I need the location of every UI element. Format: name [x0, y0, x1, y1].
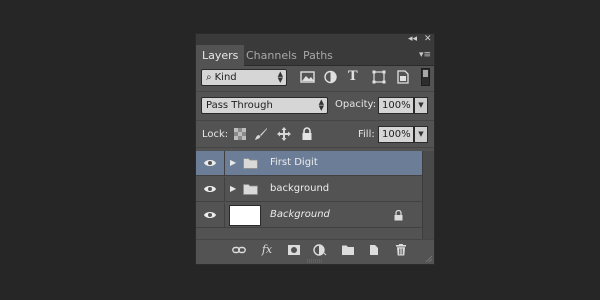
filter-toggle-switch[interactable]: [421, 68, 430, 86]
add-mask-icon[interactable]: [287, 244, 301, 256]
layer-row-first-digit[interactable]: ▶ First Digit: [196, 151, 422, 176]
close-panel-button[interactable]: ✕: [424, 34, 432, 45]
fill-label: Fill:: [358, 129, 375, 140]
filter-kind-select[interactable]: ⌕ Kind ▲ ▼: [201, 69, 287, 86]
panel-resize-grip[interactable]: [306, 259, 324, 263]
layer-list-scrollbar[interactable]: [422, 151, 434, 239]
smart-object-filter-icon[interactable]: [395, 70, 411, 84]
panel-menu-button[interactable]: ▾≡: [419, 50, 431, 60]
link-layers-icon[interactable]: [232, 244, 246, 256]
layer-thumbnail: [229, 205, 261, 226]
delete-layer-trash-icon[interactable]: [394, 244, 408, 256]
opacity-label: Opacity:: [335, 99, 377, 110]
image-filter-icon[interactable]: [300, 70, 316, 84]
layers-panel: ◂◂ ✕ Layers Channels Paths ▾≡ ⌕ Kind ▲ ▼ T…: [195, 33, 435, 265]
layer-lock-icon: [394, 210, 403, 221]
blend-mode-select[interactable]: Pass Through ▲ ▼: [201, 97, 328, 114]
collapse-panel-button[interactable]: ◂◂: [408, 34, 417, 45]
visibility-eye-icon[interactable]: [203, 210, 217, 220]
expand-triangle-icon[interactable]: ▶: [230, 158, 236, 167]
panel-tab-bar: Layers Channels Paths ▾≡: [196, 45, 434, 67]
visibility-eye-icon[interactable]: [203, 158, 217, 168]
new-adjustment-layer-icon[interactable]: [313, 244, 327, 256]
select-arrows-icon: ▲ ▼: [318, 98, 324, 112]
layer-name: background: [270, 183, 330, 194]
visibility-eye-icon[interactable]: [203, 184, 217, 194]
expand-triangle-icon[interactable]: ▶: [230, 184, 236, 193]
layer-name: Background: [270, 209, 330, 220]
tab-paths[interactable]: Paths: [297, 45, 339, 66]
opacity-dropdown-button[interactable]: ▼: [414, 97, 428, 114]
fill-dropdown-button[interactable]: ▼: [414, 126, 428, 143]
lock-transparent-pixels-icon[interactable]: [233, 127, 247, 141]
divider: [196, 147, 434, 148]
layer-name: First Digit: [270, 157, 318, 168]
fill-input[interactable]: 100%: [378, 126, 414, 143]
divider: [224, 177, 225, 202]
layer-row-background-group[interactable]: ▶ background: [196, 177, 422, 202]
shape-filter-icon[interactable]: [371, 70, 387, 84]
panel-title-strip: ◂◂ ✕: [196, 34, 434, 45]
divider: [196, 120, 434, 121]
select-arrows-icon: ▲ ▼: [277, 70, 283, 84]
divider: [224, 151, 225, 176]
new-layer-icon[interactable]: [367, 244, 381, 256]
lock-image-pixels-brush-icon[interactable]: [254, 127, 268, 141]
layer-style-fx-button[interactable]: fx: [260, 244, 274, 256]
adjustment-filter-icon[interactable]: [323, 70, 339, 84]
filter-kind-label: Kind: [214, 72, 237, 83]
tab-channels[interactable]: Channels: [240, 45, 303, 66]
new-group-folder-icon[interactable]: [341, 244, 355, 256]
tab-layers[interactable]: Layers: [196, 45, 245, 67]
layer-row-background[interactable]: Background: [196, 203, 422, 228]
lock-label: Lock:: [202, 129, 229, 140]
folder-icon: [243, 184, 258, 195]
divider: [224, 203, 225, 228]
type-filter-icon[interactable]: T: [348, 70, 364, 84]
blend-mode-value: Pass Through: [206, 100, 273, 111]
opacity-input[interactable]: 100%: [378, 97, 414, 114]
folder-icon: [243, 158, 258, 169]
panel-corner-resize-handle[interactable]: [425, 255, 433, 263]
search-icon: ⌕: [206, 72, 212, 83]
lock-position-move-icon[interactable]: [277, 127, 291, 141]
layers-bottom-toolbar: fx: [196, 239, 434, 259]
divider: [196, 91, 434, 92]
lock-all-icon[interactable]: [300, 127, 314, 141]
layer-list: ▶ First Digit ▶ background Background: [196, 151, 434, 239]
